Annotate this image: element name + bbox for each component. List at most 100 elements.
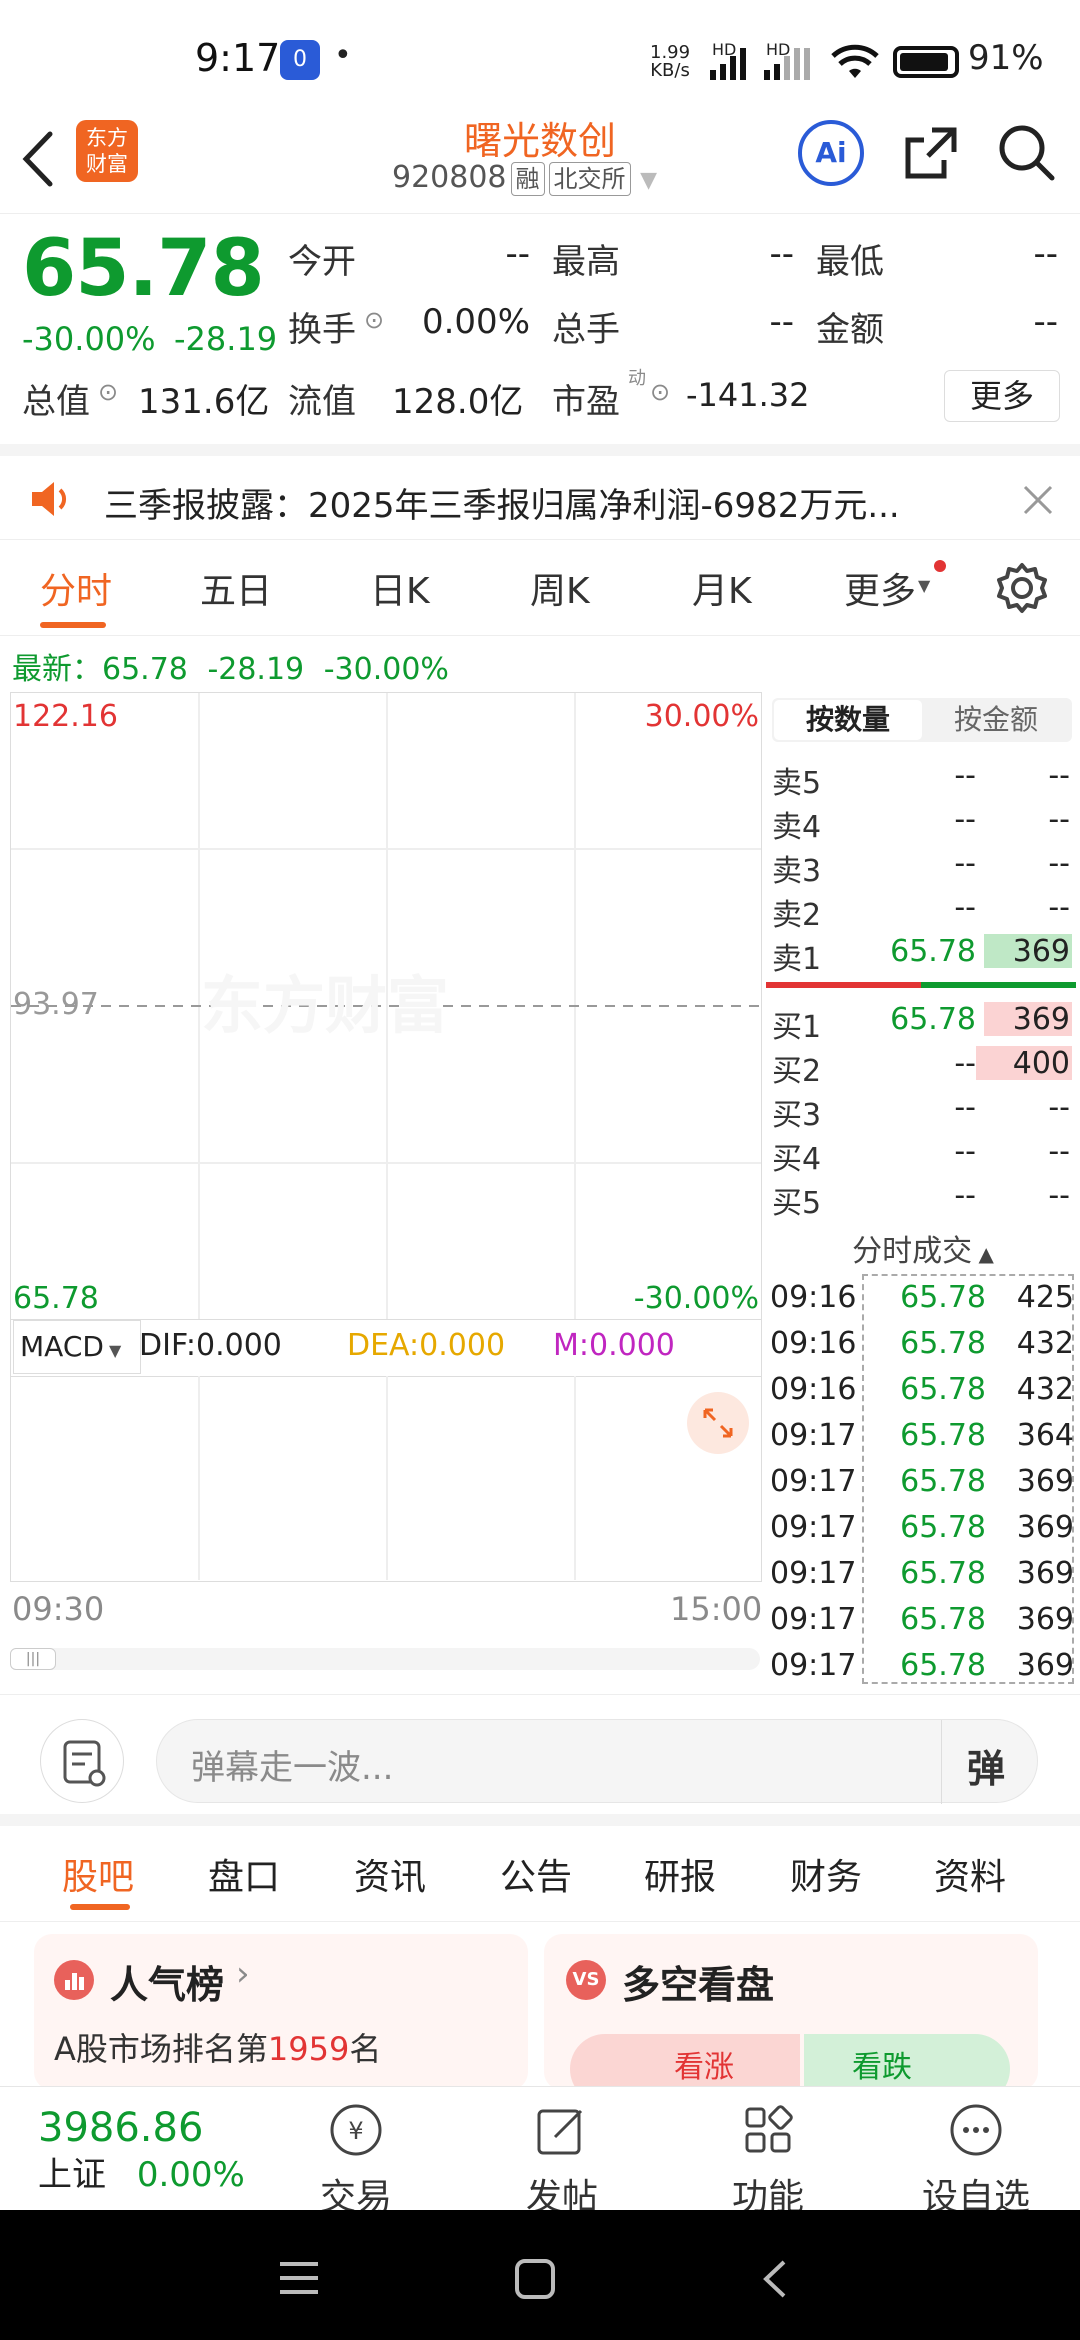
close-icon[interactable] xyxy=(1022,484,1054,516)
tick-row: 09:16 65.78 432 xyxy=(770,1326,1074,1361)
x-axis-start-label: 09:30 xyxy=(12,1590,105,1628)
tab-profile[interactable]: 资料 xyxy=(934,1848,1006,1900)
index-value: 3986.86 xyxy=(38,2105,204,2151)
tab-research[interactable]: 研报 xyxy=(644,1848,716,1900)
svg-text:¥: ¥ xyxy=(348,2117,363,2145)
ticks-header[interactable]: 分时成交 ▲ xyxy=(766,1226,1080,1270)
last-price: 65.78 xyxy=(22,224,265,314)
toggle-by-quantity[interactable]: 按数量 xyxy=(774,700,922,740)
turnover-value: 0.00% xyxy=(421,302,530,342)
tab-more[interactable]: 更多 xyxy=(844,562,916,614)
turnover-info-icon[interactable]: ⊙ xyxy=(364,306,384,334)
nav-post[interactable]: 发帖 xyxy=(492,2101,632,2220)
notes-button[interactable] xyxy=(40,1719,124,1803)
open-value: -- xyxy=(505,234,530,274)
search-icon[interactable] xyxy=(996,122,1056,182)
share-icon[interactable] xyxy=(902,124,960,182)
vs-icon: VS xyxy=(566,1960,606,2000)
sell-row-2: 卖2 -- -- xyxy=(772,890,1070,933)
red-dot-badge xyxy=(934,560,946,572)
tab-guba[interactable]: 股吧 xyxy=(62,1848,134,1900)
sell-row-4: 卖4 -- -- xyxy=(772,802,1070,845)
index-name: 上证 xyxy=(38,2155,106,2195)
pe-info-icon[interactable]: ⊙ xyxy=(650,378,670,406)
notice-bar[interactable]: 三季报披露：2025年三季报归属净利润-6982万元... xyxy=(0,444,1080,540)
change-percent: -30.00% xyxy=(22,320,156,358)
popularity-card[interactable]: 人气榜 › A股市场排名第1959名 xyxy=(34,1934,528,2090)
tab-pankou[interactable]: 盘口 xyxy=(208,1848,280,1900)
tab-daily-k[interactable]: 日K xyxy=(370,562,430,614)
bull-vote-button[interactable]: 看涨 xyxy=(570,2034,800,2090)
pct-axis-top-label: 30.00% xyxy=(644,699,759,734)
stock-code-line[interactable]: 920808 融北交所 ▼ xyxy=(392,160,657,196)
tick-row: 09:16 65.78 425 xyxy=(770,1280,1074,1315)
nav-add-watchlist[interactable]: 设自选 xyxy=(906,2101,1046,2220)
tab-monthly-k[interactable]: 月K xyxy=(692,562,752,614)
tick-row: 09:17 65.78 369 xyxy=(770,1464,1074,1499)
bear-vote-button[interactable]: 看跌 xyxy=(804,2034,1010,2090)
tab-intraday[interactable]: 分时 xyxy=(40,562,112,614)
sell-row-5: 卖5 -- -- xyxy=(772,758,1070,801)
nav-trade[interactable]: ¥ 交易 xyxy=(286,2101,426,2220)
index-pct: 0.00% xyxy=(136,2155,245,2195)
buy-row-2: 买2 -- 400 xyxy=(772,1046,1072,1089)
intraday-chart[interactable]: 东方财富 122.16 93.97 65.78 30.00% -30.00% xyxy=(10,692,762,1320)
high-value: -- xyxy=(769,234,794,274)
tick-row: 09:16 65.78 432 xyxy=(770,1372,1074,1407)
y-axis-bottom-label: 65.78 xyxy=(13,1281,99,1316)
latest-change: -28.19 xyxy=(207,652,305,687)
danmu-input[interactable]: 弹幕走一波... 弹 xyxy=(156,1719,1038,1804)
sell-row-1: 卖1 65.78 369 xyxy=(772,934,1072,977)
bid-ask-ratio-bar xyxy=(766,982,1076,988)
tab-announcements[interactable]: 公告 xyxy=(500,1848,572,1900)
tab-weekly-k[interactable]: 周K xyxy=(530,562,590,614)
sell-row-3: 卖3 -- -- xyxy=(772,846,1070,889)
quote-panel: 65.78 -30.00% -28.19 今开 -- 最高 -- 最低 -- 换… xyxy=(0,214,1080,444)
y-axis-mid-label: 93.97 xyxy=(13,987,99,1022)
divider xyxy=(941,1720,942,1804)
home-icon[interactable] xyxy=(514,2258,556,2300)
buy-row-3: 买3 -- -- xyxy=(772,1090,1070,1133)
latest-label: 最新： xyxy=(12,652,102,687)
bull-bear-card[interactable]: VS 多空看盘 看涨 看跌 xyxy=(544,1934,1038,2090)
float-cap-label: 流值 xyxy=(288,382,356,422)
nav-functions[interactable]: 功能 xyxy=(698,2101,838,2220)
bull-bear-title: 多空看盘 xyxy=(622,1963,775,2007)
notes-icon xyxy=(63,1740,106,1787)
more-button[interactable]: 更多 xyxy=(944,370,1060,422)
signal-icon-2 xyxy=(764,48,810,80)
pct-axis-bottom-label: -30.00% xyxy=(633,1281,759,1316)
pe-value: -141.32 xyxy=(686,376,810,414)
tab-five-day[interactable]: 五日 xyxy=(200,562,272,614)
tab-news[interactable]: 资讯 xyxy=(354,1848,426,1900)
chart-scrollbar[interactable]: ||| xyxy=(10,1648,760,1670)
scrollbar-handle[interactable]: ||| xyxy=(10,1648,56,1670)
high-label: 最高 xyxy=(552,242,620,282)
macd-panel: MACD ▼ DIF:0.000 DEA:0.000 M:0.000 xyxy=(10,1320,762,1582)
chevron-right-icon: › xyxy=(236,1954,250,1994)
ai-button[interactable]: Ai xyxy=(798,120,864,186)
low-label: 最低 xyxy=(816,242,884,282)
index-widget[interactable]: 3986.86 上证 0.00% xyxy=(38,2105,245,2196)
y-axis-top-label: 122.16 xyxy=(13,699,118,734)
buy-row-1: 买1 65.78 369 xyxy=(772,1002,1072,1045)
danmu-toggle-button[interactable]: 弹 xyxy=(967,1738,1005,1793)
market-cap-value: 131.6亿 xyxy=(138,382,270,422)
volume-value: -- xyxy=(769,302,794,342)
active-tab-indicator xyxy=(40,622,106,628)
notice-text: 三季报披露：2025年三季报归属净利润-6982万元... xyxy=(104,486,900,526)
volume-label: 总手 xyxy=(552,310,620,350)
expand-chart-button[interactable] xyxy=(687,1392,749,1454)
trade-icon: ¥ xyxy=(330,2104,382,2156)
margin-tag: 融 xyxy=(510,162,545,196)
market-cap-info-icon[interactable]: ⊙ xyxy=(98,378,118,406)
system-back-icon[interactable] xyxy=(760,2258,790,2300)
battery-icon xyxy=(893,46,959,78)
settings-gear-icon[interactable] xyxy=(996,562,1048,614)
tab-financials[interactable]: 财务 xyxy=(790,1848,862,1900)
macd-selector[interactable]: MACD ▼ xyxy=(13,1320,141,1374)
toggle-by-amount[interactable]: 按金额 xyxy=(922,700,1070,740)
status-bar: 9:17 0 • 1.99 KB/s HD HD 91% xyxy=(0,0,1080,110)
market-cap-label: 总值 xyxy=(22,382,90,422)
menu-icon[interactable] xyxy=(278,2260,320,2296)
